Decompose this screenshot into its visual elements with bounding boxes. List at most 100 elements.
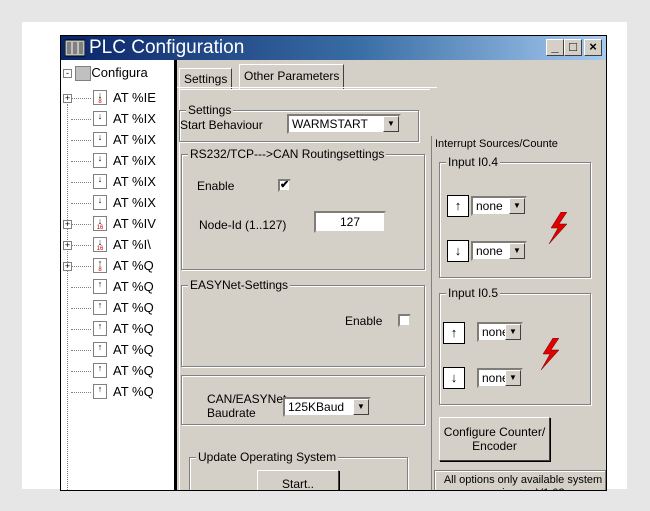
- tree-item-badge: 8: [98, 267, 102, 273]
- input-i05-falling-select[interactable]: none ▼: [477, 368, 523, 388]
- tree-item[interactable]: ↑ AT %Q: [61, 321, 174, 337]
- node-id-label: Node-Id (1..127): [199, 218, 287, 232]
- chevron-down-icon[interactable]: ▼: [509, 198, 525, 214]
- output-icon: ↑: [93, 279, 107, 294]
- tree-item-label: AT %Q: [113, 300, 154, 315]
- tree-connector: [71, 161, 91, 162]
- tree-item[interactable]: + ↑ 8 AT %Q: [61, 258, 174, 274]
- start-behaviour-select[interactable]: WARMSTART ▼: [287, 114, 401, 134]
- tree-root-label: Configura: [91, 65, 148, 80]
- collapse-icon[interactable]: -: [63, 69, 72, 79]
- easynet-enable-label: Enable: [345, 314, 383, 328]
- tree-item[interactable]: ↑ AT %Q: [61, 363, 174, 379]
- tree-item[interactable]: + ↓ 16 AT %IV: [61, 216, 174, 232]
- configure-counter-button[interactable]: Configure Counter/ Encoder: [439, 417, 550, 461]
- minimize-button[interactable]: _: [546, 39, 564, 56]
- routing-enable-checkbox[interactable]: ✔: [278, 179, 291, 192]
- input-icon: ↓ 8: [93, 90, 107, 105]
- tree-item[interactable]: ↓ AT %IX: [61, 195, 174, 211]
- tab-other-parameters[interactable]: Other Parameters: [239, 64, 345, 89]
- easynet-group: EASYNet-Settings: [181, 278, 425, 367]
- tree-connector: [71, 308, 91, 309]
- chevron-down-icon[interactable]: ▼: [505, 370, 521, 386]
- tree-item-label: AT %Q: [113, 363, 154, 378]
- tree-item[interactable]: ↑ AT %Q: [61, 279, 174, 295]
- baudrate-value: 125KBaud: [288, 400, 345, 414]
- input-icon: ↓ 16: [93, 216, 107, 231]
- tree-item-label: AT %Q: [113, 279, 154, 294]
- tree-item[interactable]: ↓ AT %IX: [61, 153, 174, 169]
- tree-item[interactable]: ↓ AT %IX: [61, 132, 174, 148]
- availability-note: All options only available system versio…: [443, 474, 603, 490]
- tree-item[interactable]: + ↓ 16 AT %I\: [61, 237, 174, 253]
- input-icon: ↓ 16: [93, 237, 107, 252]
- plc-configuration-window: PLC Configuration _ □ × - Configura + ↓ 8 A…: [60, 35, 607, 491]
- input-i04-rising-select[interactable]: none ▼: [471, 196, 527, 216]
- configuration-tree[interactable]: - Configura + ↓ 8 AT %IE ↓ AT %IX ↓ AT %IX ↓ AT %…: [61, 60, 174, 490]
- tree-connector: [71, 371, 91, 372]
- input-i05-rising-select[interactable]: none ▼: [477, 322, 523, 342]
- tree-item-label: AT %IX: [113, 195, 156, 210]
- input-i05-caption: Input I0.5: [446, 286, 501, 300]
- input-i04-falling-select[interactable]: none ▼: [471, 241, 527, 261]
- output-icon: ↑: [93, 300, 107, 315]
- chevron-down-icon[interactable]: ▼: [505, 324, 521, 340]
- tree-connector: [71, 329, 91, 330]
- routing-group-caption: RS232/TCP--->CAN Routingsettings: [188, 147, 387, 161]
- tree-connector: [71, 224, 91, 225]
- tree-item-label: AT %Q: [113, 258, 154, 273]
- tree-connector: [71, 203, 91, 204]
- input-i04-rising-value: none: [476, 199, 503, 213]
- chevron-down-icon[interactable]: ▼: [353, 399, 369, 415]
- falling-edge-icon: ↓: [447, 240, 469, 262]
- chevron-down-icon[interactable]: ▼: [383, 116, 399, 132]
- tree-root[interactable]: - Configura: [63, 65, 148, 82]
- routing-enable-label: Enable: [197, 179, 235, 193]
- interrupt-bolt-icon: [548, 212, 568, 244]
- tree-item[interactable]: ↓ AT %IX: [61, 111, 174, 127]
- tree-item-badge: 16: [96, 246, 104, 252]
- rising-edge-icon: ↑: [443, 322, 465, 344]
- tree-item-label: AT %Q: [113, 321, 154, 336]
- tree-item[interactable]: ↑ AT %Q: [61, 300, 174, 316]
- easynet-enable-checkbox[interactable]: [398, 314, 411, 327]
- right-divider: [431, 136, 432, 490]
- tree-item-label: AT %IV: [113, 216, 156, 231]
- tree-item[interactable]: ↑ AT %Q: [61, 342, 174, 358]
- tree-connector: [71, 287, 91, 288]
- tab-settings[interactable]: Settings: [179, 68, 233, 89]
- tree-item-label: AT %I\: [113, 237, 151, 252]
- input-i04-caption: Input I0.4: [446, 155, 501, 169]
- tree-connector: [71, 119, 91, 120]
- baudrate-select[interactable]: 125KBaud ▼: [283, 397, 371, 417]
- tree-item[interactable]: ↑ AT %Q: [61, 384, 174, 400]
- rising-edge-icon: ↑: [447, 195, 469, 217]
- tree-connector: [71, 392, 91, 393]
- tree-connector: [71, 98, 91, 99]
- window-title: PLC Configuration: [89, 37, 245, 58]
- easynet-group-caption: EASYNet-Settings: [188, 278, 291, 292]
- tree-item-label: AT %Q: [113, 384, 154, 399]
- app-icon: [65, 39, 85, 57]
- tree-item-label: AT %Q: [113, 342, 154, 357]
- chevron-down-icon[interactable]: ▼: [509, 243, 525, 259]
- update-os-caption: Update Operating System: [196, 450, 339, 464]
- tree-connector: [71, 140, 91, 141]
- tree-item[interactable]: ↓ AT %IX: [61, 174, 174, 190]
- settings-group-caption: Settings: [186, 103, 234, 117]
- tree-item-label: AT %IE: [113, 90, 156, 105]
- start-behaviour-value: WARMSTART: [292, 117, 368, 131]
- title-bar[interactable]: PLC Configuration _ □ ×: [61, 36, 606, 60]
- maximize-button[interactable]: □: [564, 39, 582, 56]
- node-id-field[interactable]: 127: [314, 211, 386, 233]
- tree-item[interactable]: + ↓ 8 AT %IE: [61, 90, 174, 106]
- interrupt-bolt-icon: [540, 338, 560, 370]
- start-update-button[interactable]: Start..: [257, 470, 339, 490]
- input-icon: ↓: [93, 195, 107, 210]
- close-button[interactable]: ×: [584, 39, 602, 56]
- tree-item-label: AT %IX: [113, 153, 156, 168]
- input-icon: ↓: [93, 153, 107, 168]
- folder-icon: [75, 66, 92, 82]
- tree-connector: [71, 245, 91, 246]
- settings-panel: Settings Other Parameters Settings Start…: [177, 60, 606, 490]
